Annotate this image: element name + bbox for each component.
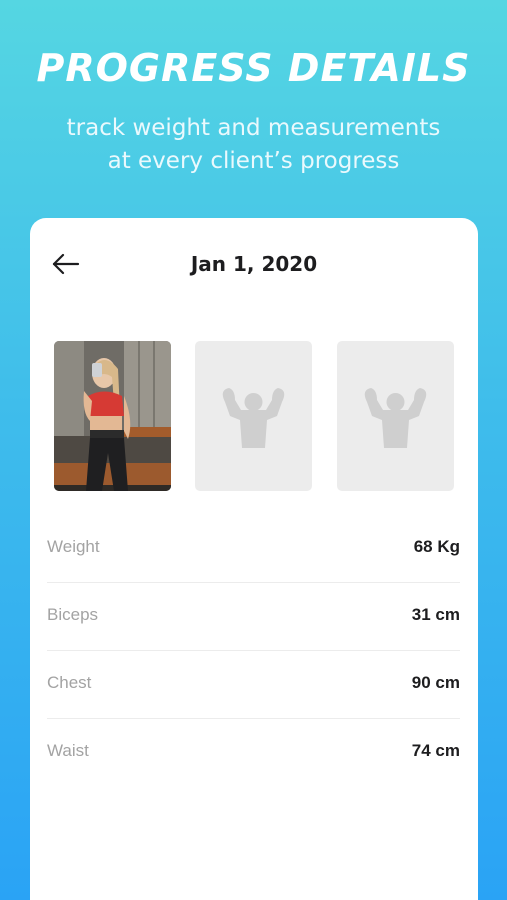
metric-row-waist: Waist 74 cm — [47, 719, 460, 787]
photo-placeholder[interactable] — [195, 341, 312, 491]
entry-date: Jan 1, 2020 — [190, 252, 318, 276]
page-subtitle: track weight and measurements at every c… — [0, 112, 507, 178]
metric-row-biceps: Biceps 31 cm — [47, 583, 460, 651]
subtitle-line-1: track weight and measurements — [66, 115, 441, 141]
page-headline: PROGRESS DETAILS — [36, 46, 471, 90]
metric-label: Waist — [47, 741, 89, 760]
flexing-body-icon — [222, 388, 285, 448]
metric-value: 74 cm — [411, 741, 460, 760]
metric-label: Weight — [47, 537, 100, 556]
metric-label: Chest — [47, 673, 92, 692]
metric-row-chest: Chest 90 cm — [47, 651, 460, 719]
photo-placeholder[interactable] — [337, 341, 454, 491]
subtitle-line-2: at every client’s progress — [107, 148, 400, 174]
metric-value: 31 cm — [411, 605, 460, 624]
metric-value: 68 Kg — [413, 537, 460, 556]
flexing-body-icon — [364, 388, 427, 448]
metric-row-weight: Weight 68 Kg — [47, 515, 460, 583]
metric-value: 90 cm — [411, 673, 460, 692]
progress-card: Jan 1, 2020 Weight 68 Kg Biceps 31 cm Ch… — [30, 218, 478, 900]
progress-photo[interactable] — [54, 341, 171, 491]
metric-label: Biceps — [47, 605, 99, 624]
progress-photo-image — [54, 341, 171, 491]
